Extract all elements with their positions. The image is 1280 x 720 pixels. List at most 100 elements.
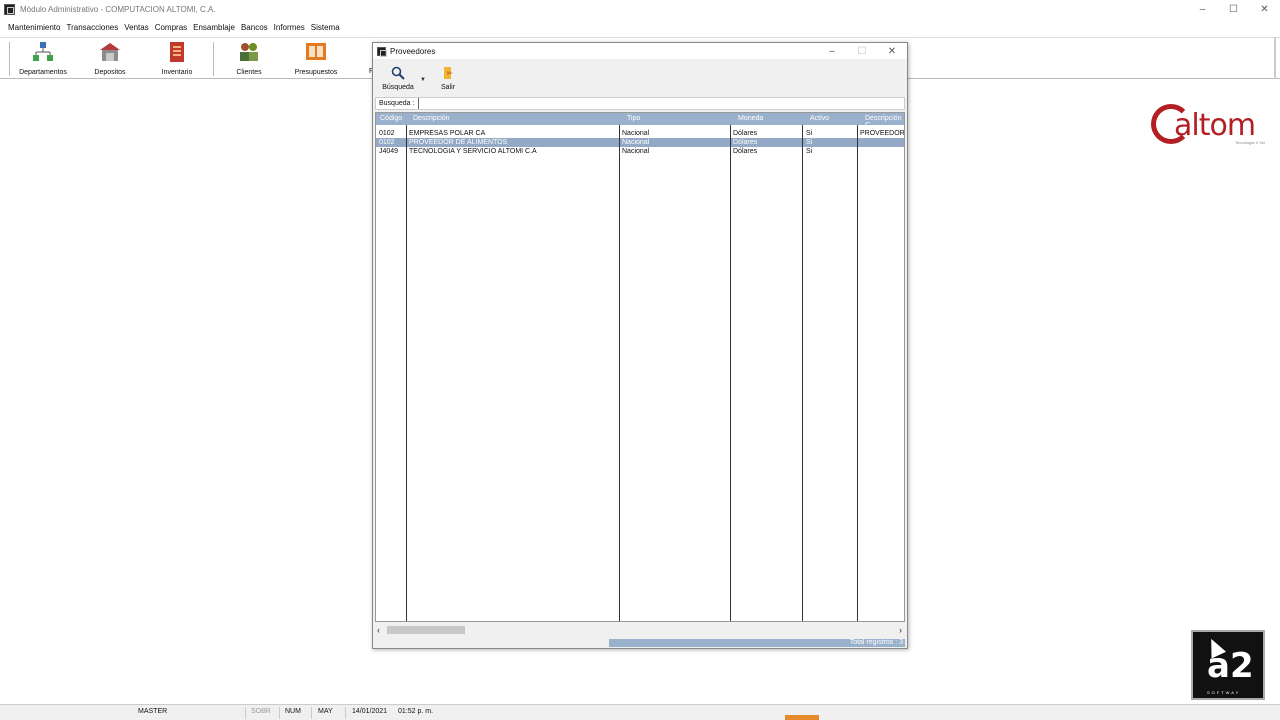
column-divider [802, 125, 803, 621]
clientes-button[interactable]: Clientes [218, 41, 280, 76]
scroll-left-icon[interactable]: ‹ [377, 625, 380, 635]
toolbar-label: Inventario [161, 69, 193, 76]
column-divider [406, 125, 407, 621]
status-bar: MASTER SOBR NUM MAY 14/01/2021 01:52 p. … [0, 704, 1280, 720]
column-header-tipo[interactable]: Tipo [627, 115, 640, 122]
salir-button[interactable]: Salir [436, 66, 460, 91]
status-may: MAY [318, 708, 333, 715]
toolbar-label: Clientes [236, 69, 262, 76]
cell-descripcion: EMPRESAS POLAR CA [409, 130, 486, 137]
proveedores-grid: Código Descripción Tipo Moneda Activo De… [375, 112, 905, 622]
dialog-minimize-button[interactable]: – [817, 43, 847, 59]
cell-moneda: Dólares [733, 130, 758, 137]
main-titlebar: Módulo Administrativo - COMPUTACION ALTO… [0, 0, 1280, 18]
toolbar-label: Presupuestos [294, 69, 338, 76]
column-divider [619, 125, 620, 621]
cell-codigo: 0102 [379, 130, 395, 137]
grid-status: Total registros : 3 [609, 639, 905, 647]
a2-softway-logo: a2 SOFTWAY [1191, 630, 1265, 700]
exit-door-icon [444, 67, 453, 79]
busqueda-dropdown-icon[interactable]: ▼ [420, 77, 426, 83]
menu-ventas[interactable]: Ventas [124, 23, 148, 32]
logo-wordmark: altom [1174, 108, 1256, 143]
menu-informes[interactable]: Informes [274, 23, 305, 32]
cell-activo: Si [806, 139, 813, 146]
cell-moneda: Dólares [733, 139, 758, 146]
departamentos-button[interactable]: Departamentos [12, 41, 74, 76]
dialog-title: Proveedores [390, 46, 436, 56]
budget-icon [306, 43, 326, 60]
dialog-close-button[interactable]: ✕ [877, 43, 907, 59]
status-date: 14/01/2021 [352, 708, 388, 715]
cell-moneda: Dólares [733, 148, 758, 155]
search-input[interactable] [418, 98, 904, 109]
cell-tipo: Nacional [622, 148, 650, 155]
search-label: Busqueda : [379, 100, 415, 107]
presupuestos-button[interactable]: Presupuestos [285, 41, 347, 76]
menu-transacciones[interactable]: Transacciones [66, 23, 118, 32]
search-row: Busqueda : [375, 97, 905, 110]
dialog-app-icon [377, 46, 387, 57]
depositos-button[interactable]: Depositos [79, 41, 141, 76]
busqueda-button[interactable]: Búsqueda [381, 66, 415, 91]
salir-label: Salir [440, 84, 455, 91]
window-title: Módulo Administrativo - COMPUTACION ALTO… [20, 4, 216, 14]
menu-bancos[interactable]: Bancos [241, 23, 268, 32]
cell-descripcion: PROVEEDOR DE ALIMENTOS [409, 139, 508, 146]
status-divider [245, 707, 246, 719]
dialog-titlebar: Proveedores – ☐ ✕ [373, 43, 907, 59]
status-user: MASTER [138, 708, 168, 715]
cell-activo: Si [806, 148, 813, 155]
table-row[interactable]: J4049 TECNOLOGIA Y SERVICIO ALTOMI C.A N… [376, 147, 904, 156]
cell-tipo: Nacional [622, 130, 650, 137]
grid-header: Código Descripción Tipo Moneda Activo De… [376, 113, 904, 129]
scroll-right-icon[interactable]: › [899, 625, 902, 635]
toolbar-divider [9, 42, 10, 76]
status-time: 01:52 p. m. [398, 708, 434, 715]
cell-codigo: 0102 [379, 139, 395, 146]
busqueda-label: Búsqueda [382, 84, 414, 91]
proveedores-dialog: Proveedores – ☐ ✕ Búsqueda ▼ Salir Busqu… [372, 42, 908, 649]
app-icon [4, 3, 15, 15]
logo-tagline: Tecnología X Ser [1235, 140, 1266, 145]
status-divider [311, 707, 312, 719]
table-row[interactable]: 0102 EMPRESAS POLAR CA Nacional Dólares … [376, 129, 905, 138]
a2-wordmark: a2 [1207, 646, 1254, 686]
toolbar-label: Departamentos [19, 69, 67, 76]
menu-compras[interactable]: Compras [155, 23, 187, 32]
table-row-selected[interactable]: 0102 PROVEEDOR DE ALIMENTOS Nacional Dól… [376, 138, 904, 147]
menu-ensamblaje[interactable]: Ensamblaje [193, 23, 235, 32]
menu-sistema[interactable]: Sistema [311, 23, 340, 32]
cell-descripcion: TECNOLOGIA Y SERVICIO ALTOMI C.A [409, 148, 537, 155]
a2-subtitle: SOFTWAY [1207, 690, 1241, 695]
window-controls: – ☐ ✕ [1187, 0, 1280, 18]
total-records: Total registros : 3 [849, 639, 903, 646]
taskbar-accent [785, 715, 819, 720]
toolbar-divider [213, 42, 214, 76]
horizontal-scrollbar[interactable]: ‹ › [375, 623, 905, 637]
column-header-descripcion-c[interactable]: Descripción C [865, 115, 904, 129]
maximize-button[interactable]: ☐ [1218, 0, 1249, 18]
cell-descripcion-c: PROVEEDOR [860, 130, 905, 137]
toolbar-edge [1274, 37, 1276, 79]
dialog-maximize-button[interactable]: ☐ [847, 43, 877, 59]
column-header-activo[interactable]: Activo [810, 115, 829, 122]
minimize-button[interactable]: – [1187, 0, 1218, 18]
toolbar-label: Depositos [94, 69, 126, 76]
menu-mantenimiento[interactable]: Mantenimiento [8, 23, 60, 32]
column-header-codigo[interactable]: Código [380, 115, 402, 122]
inventario-button[interactable]: Inventario [146, 41, 208, 76]
scroll-thumb[interactable] [387, 626, 465, 634]
column-divider [730, 125, 731, 621]
search-icon [391, 66, 405, 80]
status-divider [345, 707, 346, 719]
cell-codigo: J4049 [379, 148, 399, 155]
altom-logo: altom Tecnología X Ser [1148, 100, 1270, 150]
close-button[interactable]: ✕ [1249, 0, 1280, 18]
cell-tipo: Nacional [622, 139, 650, 146]
warehouse-icon [100, 43, 120, 61]
inventory-icon [170, 42, 184, 62]
column-header-descripcion[interactable]: Descripción [413, 115, 450, 122]
column-header-moneda[interactable]: Moneda [738, 115, 763, 122]
status-num: NUM [285, 708, 301, 715]
